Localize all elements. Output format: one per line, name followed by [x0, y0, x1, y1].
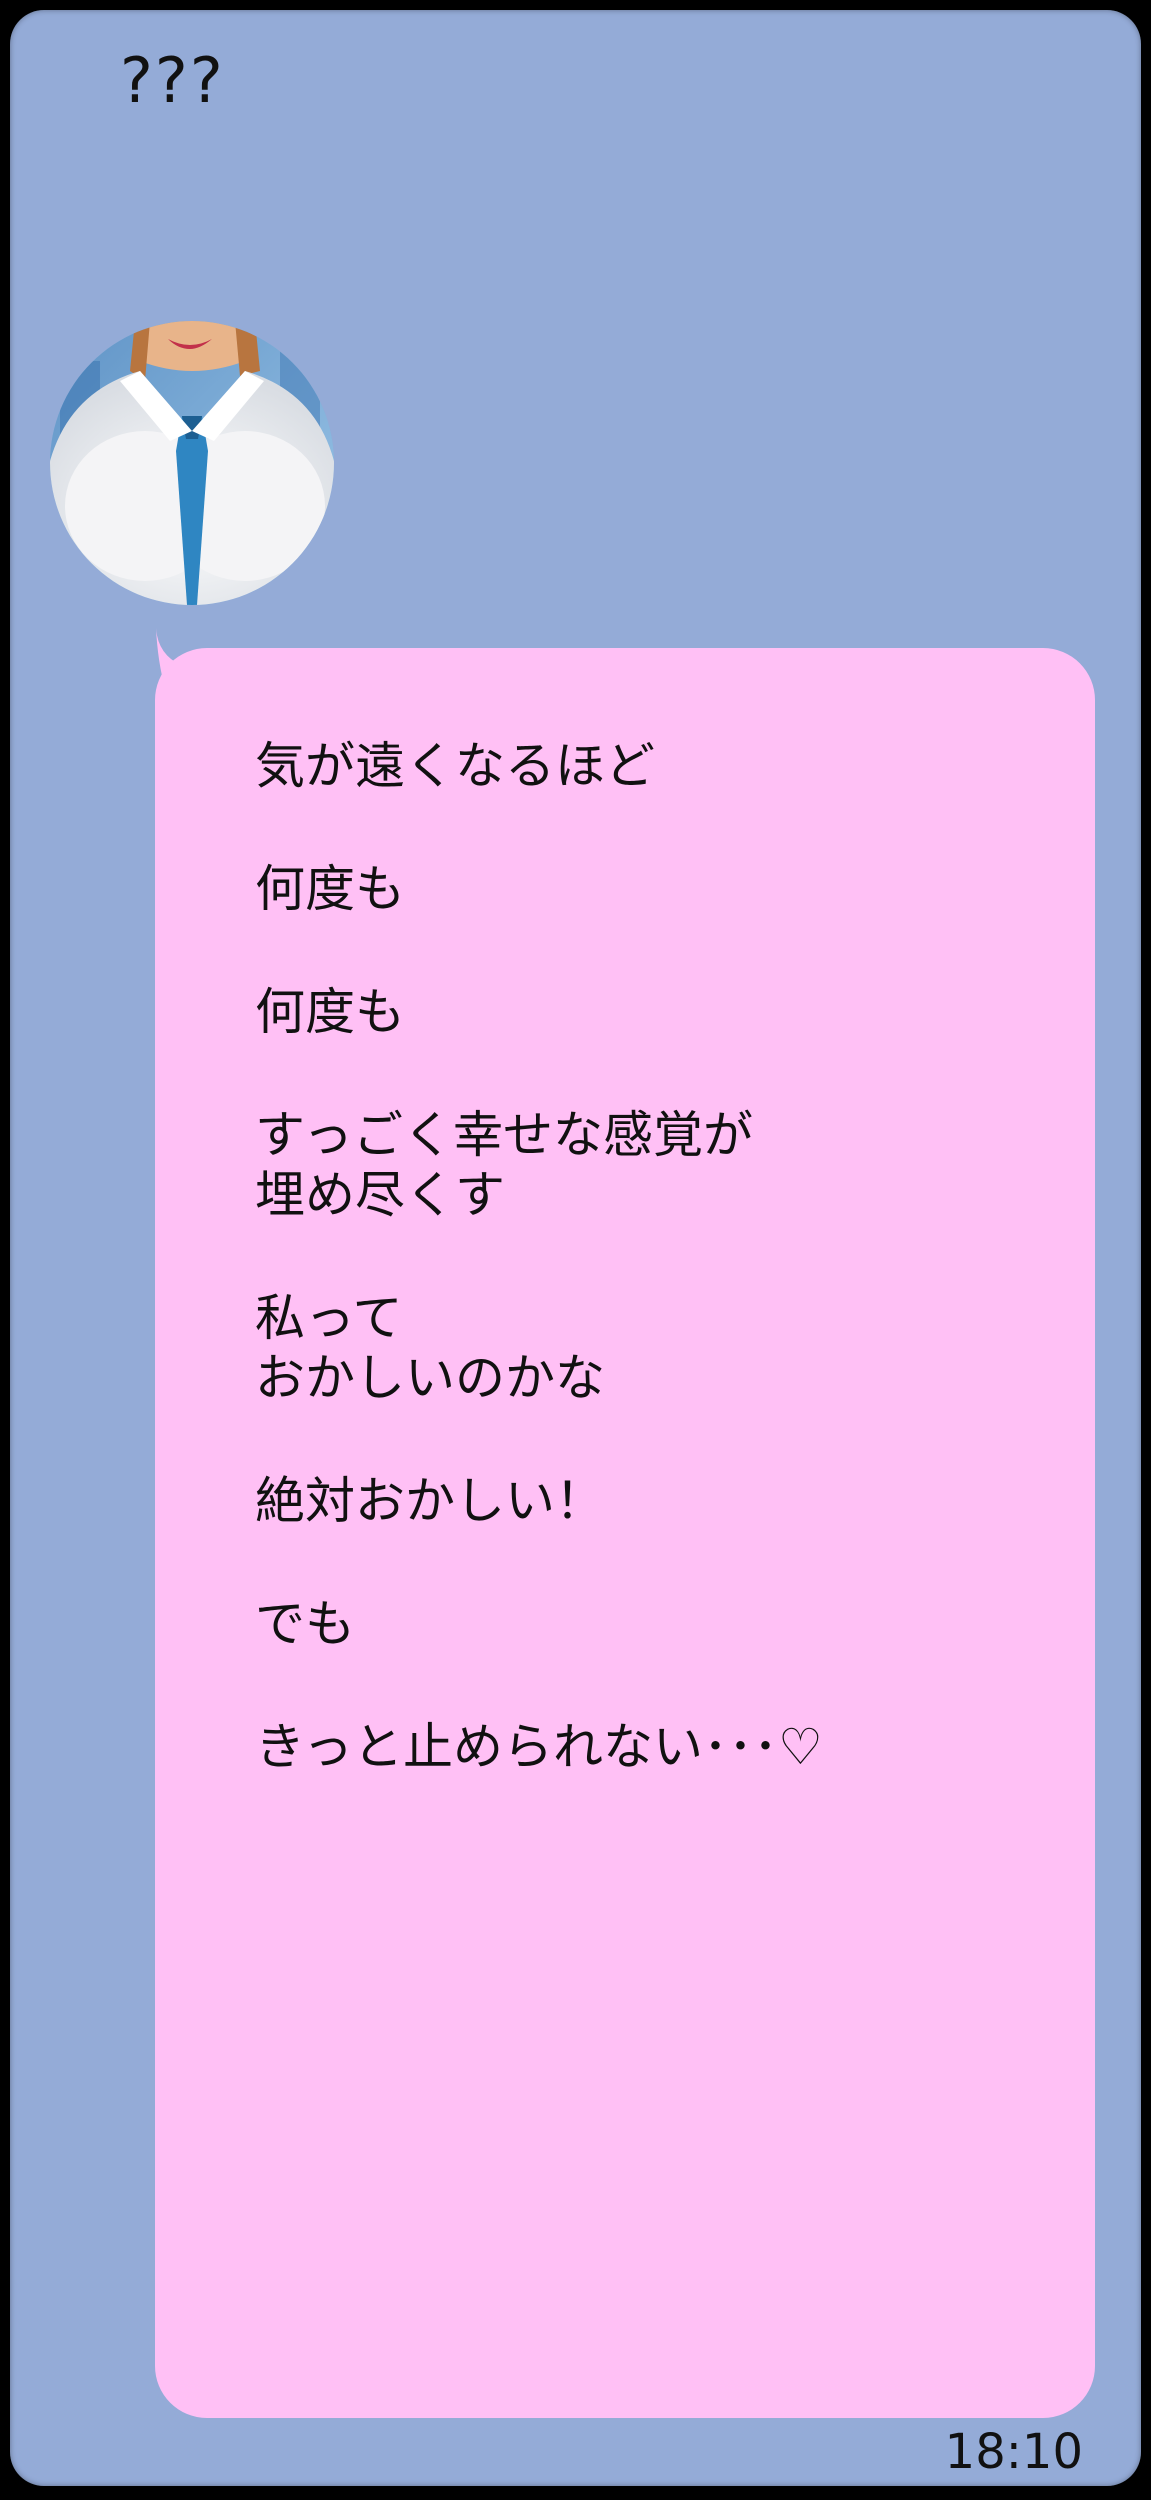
message-line: 何度も	[255, 860, 405, 918]
message-timestamp: 18:10	[944, 2424, 1083, 2480]
message-paragraph: 私って おかしいのかな	[255, 1288, 1035, 1408]
message-line: 埋め尽くす	[255, 1166, 505, 1224]
message-paragraph: でも	[255, 1594, 1035, 1654]
message-paragraph: きっと止められない･･･♡	[255, 1717, 1035, 1777]
contact-avatar[interactable]	[50, 321, 334, 605]
message-text: 気が遠くなるほど 何度も 何度も すっごく幸せな感覚が 埋め尽くす 私って おか…	[255, 736, 1035, 1840]
message-line: 何度も	[255, 983, 405, 1041]
message-bubble[interactable]: 気が遠くなるほど 何度も 何度も すっごく幸せな感覚が 埋め尽くす 私って おか…	[155, 648, 1095, 2418]
message-line: すっごく幸せな感覚が	[255, 1106, 753, 1164]
message-paragraph: すっごく幸せな感覚が 埋め尽くす	[255, 1105, 1035, 1225]
chat-screen: ??? 気が遠くなるほど 何度も 何度も すっごく幸せな感覚が 埋め尽くす 私っ…	[10, 10, 1141, 2486]
message-paragraph: 気が遠くなるほど	[255, 736, 1035, 796]
message-paragraph: 何度も	[255, 859, 1035, 919]
message-line: きっと止められない･･･♡	[255, 1718, 823, 1776]
message-line: でも	[255, 1595, 355, 1653]
sender-name: ???	[120, 44, 225, 117]
avatar-image	[50, 321, 334, 605]
message-line: おかしいのかな	[255, 1349, 605, 1407]
message-paragraph: 絶対おかしい！	[255, 1471, 1035, 1531]
message-line: 私って	[255, 1289, 403, 1347]
message-paragraph: 何度も	[255, 982, 1035, 1042]
message-line: 絶対おかしい！	[255, 1472, 605, 1530]
message-line: 気が遠くなるほど	[255, 737, 655, 795]
